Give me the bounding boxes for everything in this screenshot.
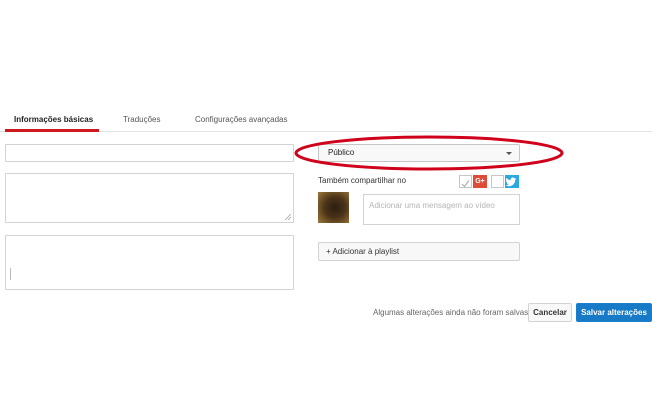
text-caret [10, 268, 11, 280]
tags-input[interactable] [5, 235, 294, 290]
video-thumbnail [318, 192, 349, 223]
add-to-playlist-button[interactable]: + Adicionar à playlist [318, 242, 520, 261]
twitter-share-checkbox[interactable] [491, 175, 504, 188]
title-input[interactable] [5, 144, 294, 162]
check-icon [461, 180, 470, 188]
privacy-select[interactable]: Público [318, 144, 520, 162]
tab-translations[interactable]: Traduções [123, 106, 161, 132]
save-changes-button[interactable]: Salvar alterações [576, 303, 652, 322]
google-plus-icon: G+ [473, 175, 487, 188]
gplus-share-checkbox[interactable] [459, 175, 472, 188]
tab-advanced-settings[interactable]: Configurações avançadas [195, 106, 288, 132]
share-label: Também compartilhar no [318, 176, 407, 185]
privacy-selected-value: Público [328, 148, 355, 157]
tab-bar: Informações básicas Traduções Configuraç… [0, 106, 652, 132]
share-message-placeholder: Adicionar uma mensagem ao vídeo [369, 201, 495, 210]
active-tab-indicator [5, 129, 99, 132]
cancel-button[interactable]: Cancelar [528, 303, 572, 322]
share-message-input[interactable]: Adicionar uma mensagem ao vídeo [363, 194, 520, 225]
unsaved-changes-message: Algumas alterações ainda não foram salva… [373, 308, 531, 317]
description-textarea[interactable] [5, 173, 294, 223]
twitter-icon [505, 175, 519, 188]
dropdown-arrow-icon [506, 152, 512, 155]
video-edit-page: Informações básicas Traduções Configuraç… [0, 0, 652, 408]
resize-grip-icon[interactable] [285, 214, 291, 220]
